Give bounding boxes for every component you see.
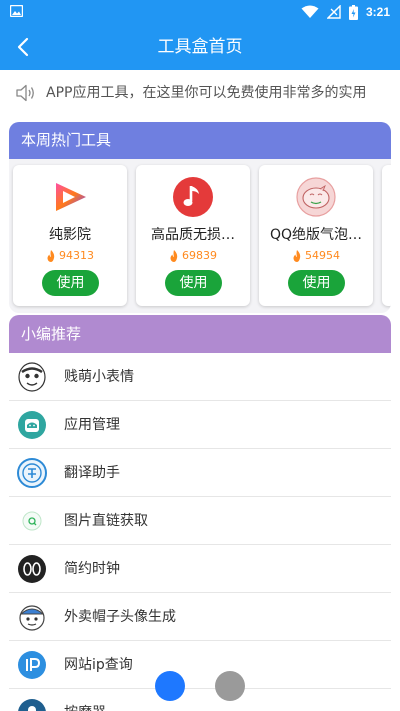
floating-button-blue[interactable] xyxy=(155,671,185,701)
bubble-pig-icon xyxy=(296,177,336,217)
tool-card[interactable]: 纯影院 94313 使用 xyxy=(13,165,127,306)
wifi-icon xyxy=(301,5,319,18)
use-button[interactable]: 使用 xyxy=(42,270,99,296)
battery-charging-icon xyxy=(348,4,358,20)
list-item-label: 翻译助手 xyxy=(64,465,120,481)
list-item-label: 网站ip查询 xyxy=(64,657,133,673)
play-logo-icon xyxy=(56,183,86,211)
image-link-icon xyxy=(22,511,42,531)
app-bar: 工具盒首页 xyxy=(0,24,400,70)
music-note-icon xyxy=(173,177,213,217)
notice-bar: APP应用工具，在这里你可以免费使用非常多的实用 xyxy=(0,70,400,116)
translate-icon xyxy=(17,458,47,488)
list-item[interactable]: 简约时钟 xyxy=(9,545,391,593)
flame-icon xyxy=(293,249,301,262)
use-button[interactable]: 使用 xyxy=(288,270,345,296)
list-item[interactable]: 网站ip查询 xyxy=(9,641,391,689)
list-item-label: 贱萌小表情 xyxy=(64,369,134,385)
tool-card-heat: 69839 xyxy=(136,249,250,262)
tool-card-name: 高品质无损… xyxy=(151,227,235,243)
use-button[interactable]: 使用 xyxy=(165,270,222,296)
list-item-label: 应用管理 xyxy=(64,417,120,433)
hot-tools-carousel[interactable]: 纯影院 94313 使用 高品质无损… 69839 使用 QQ绝版气泡… 549… xyxy=(9,159,391,313)
image-icon xyxy=(10,5,23,17)
list-item[interactable]: 应用管理 xyxy=(9,401,391,449)
status-time: 3:21 xyxy=(365,5,390,19)
list-item-label: 按摩器 xyxy=(64,689,106,711)
flame-icon xyxy=(170,249,178,262)
speaker-icon xyxy=(16,84,34,102)
list-item-label: 外卖帽子头像生成 xyxy=(64,609,176,625)
notice-text: APP应用工具，在这里你可以免费使用非常多的实用 xyxy=(46,85,367,101)
list-item[interactable]: 图片直链获取 xyxy=(9,497,391,545)
tool-card-heat-value: 54954 xyxy=(305,249,340,262)
tool-card-name: 纯影院 xyxy=(49,227,91,243)
tool-card-name: QQ绝版气泡… xyxy=(269,227,363,243)
hot-tools-title: 本周热门工具 xyxy=(9,122,391,159)
tool-card-heat: 94313 xyxy=(13,249,127,262)
tool-card[interactable]: 高品质无损… 69839 使用 xyxy=(136,165,250,306)
tool-card[interactable]: QQ绝版气泡… 54954 使用 xyxy=(259,165,373,306)
clock-icon xyxy=(18,555,46,583)
list-item[interactable]: 贱萌小表情 xyxy=(9,353,391,401)
no-signal-icon xyxy=(326,5,341,19)
recommend-title: 小编推荐 xyxy=(9,315,391,353)
android-app-icon xyxy=(18,411,46,439)
flame-icon xyxy=(47,249,55,262)
tool-card-partial[interactable] xyxy=(382,165,391,306)
page-title: 工具盒首页 xyxy=(157,37,243,57)
hot-tools-panel: 本周热门工具 纯影院 94313 使用 高品质无损… 69839 使用 QQ绝版… xyxy=(9,122,391,313)
massager-icon xyxy=(18,699,46,711)
tool-card-heat-value: 69839 xyxy=(182,249,217,262)
tool-card-heat-value: 94313 xyxy=(59,249,94,262)
meme-face-icon xyxy=(18,362,46,392)
tool-card-heat: 54954 xyxy=(259,249,373,262)
recommend-list: 贱萌小表情 应用管理 翻译助手 图片直链获取 简约时钟 外卖帽子头像生成 网站i… xyxy=(9,353,391,711)
list-item[interactable]: 翻译助手 xyxy=(9,449,391,497)
list-item-label: 简约时钟 xyxy=(64,561,120,577)
status-bar: 3:21 xyxy=(0,0,400,24)
list-item[interactable]: 外卖帽子头像生成 xyxy=(9,593,391,641)
floating-button-grey[interactable] xyxy=(215,671,245,701)
ip-lookup-icon xyxy=(18,651,46,679)
list-item[interactable]: 按摩器 xyxy=(9,689,391,711)
hat-avatar-icon xyxy=(19,605,45,631)
list-item-label: 图片直链获取 xyxy=(64,513,148,529)
